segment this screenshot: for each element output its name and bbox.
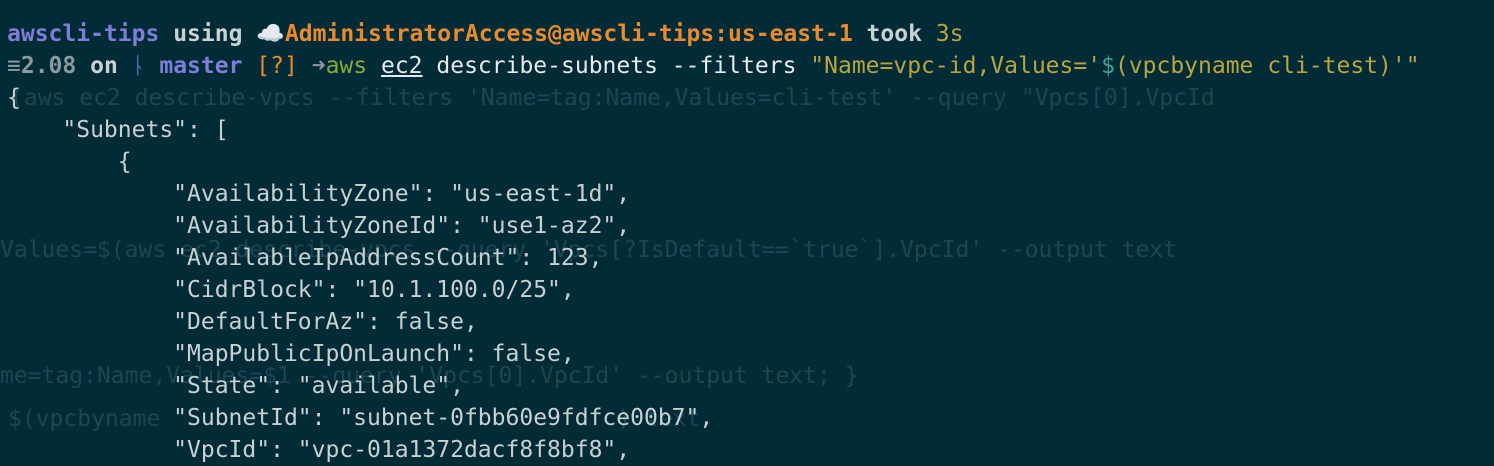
prompt-took-label: took	[866, 21, 922, 47]
output-line: "VpcId": "vpc-01a1372dacf8f8bf8",	[7, 437, 631, 463]
output-line: "AvailabilityZone": "us-east-1d",	[7, 181, 631, 207]
prompt-using-label: using	[173, 21, 243, 47]
output-line: "State": "available",	[7, 373, 464, 399]
command-subcommand: describe-subnets	[436, 53, 658, 79]
prompt-version: 2.08	[20, 53, 77, 79]
output-line: "AvailableIpAddressCount": 123,	[7, 245, 603, 271]
output-line: {	[7, 149, 132, 175]
output-line: "DefaultForAz": false,	[7, 309, 478, 335]
command-service: ec2	[380, 53, 423, 79]
output-line: "MapPublicIpOnLaunch": false,	[7, 341, 575, 367]
command-substitution-body: (vpcbyname cli-test)	[1114, 53, 1392, 79]
command-flag: --filters	[671, 53, 797, 79]
prompt-on-label: on	[90, 53, 118, 79]
terminal-content: awscli-tips using ☁️AdministratorAccess@…	[0, 18, 1420, 466]
terminal-window[interactable]: (aws ec2 describe-vpcs --filters 'Name=t…	[0, 0, 1494, 466]
prompt-line-1: awscli-tips using ☁️AdministratorAccess@…	[0, 18, 1420, 50]
prompt-git-branch: master	[159, 53, 243, 79]
output-line: "SubnetId": "subnet-0fbb60e9fdfce00b7",	[7, 405, 714, 431]
command-program: aws	[325, 53, 368, 79]
command-argument-close: '"	[1391, 53, 1420, 79]
prompt-directory: awscli-tips	[7, 21, 160, 47]
output-line: "CidrBlock": "10.1.100.0/25",	[7, 277, 575, 303]
output-line: "AvailabilityZoneId": "use1-az2",	[7, 213, 631, 239]
command-substitution-dollar: $	[1101, 53, 1115, 79]
git-branch-icon: ᚿ	[131, 53, 146, 79]
output-line: {	[7, 85, 21, 111]
prompt-duration: 3s	[935, 21, 964, 47]
output-line: "Subnets": [	[7, 117, 229, 143]
cloud-icon: ☁️	[256, 21, 285, 47]
stack-icon: ≡	[7, 53, 21, 79]
prompt-line-2: ≡2.08 on ᚿ master [?] ➜aws ec2 describe-…	[0, 50, 1420, 82]
prompt-arrow-icon: ➜	[311, 53, 326, 79]
prompt-aws-profile: AdministratorAccess@awscli-tips:us-east-…	[284, 21, 853, 47]
prompt-git-status: [?]	[256, 53, 298, 79]
command-argument-open: "Name=vpc-id,Values='	[810, 53, 1102, 79]
